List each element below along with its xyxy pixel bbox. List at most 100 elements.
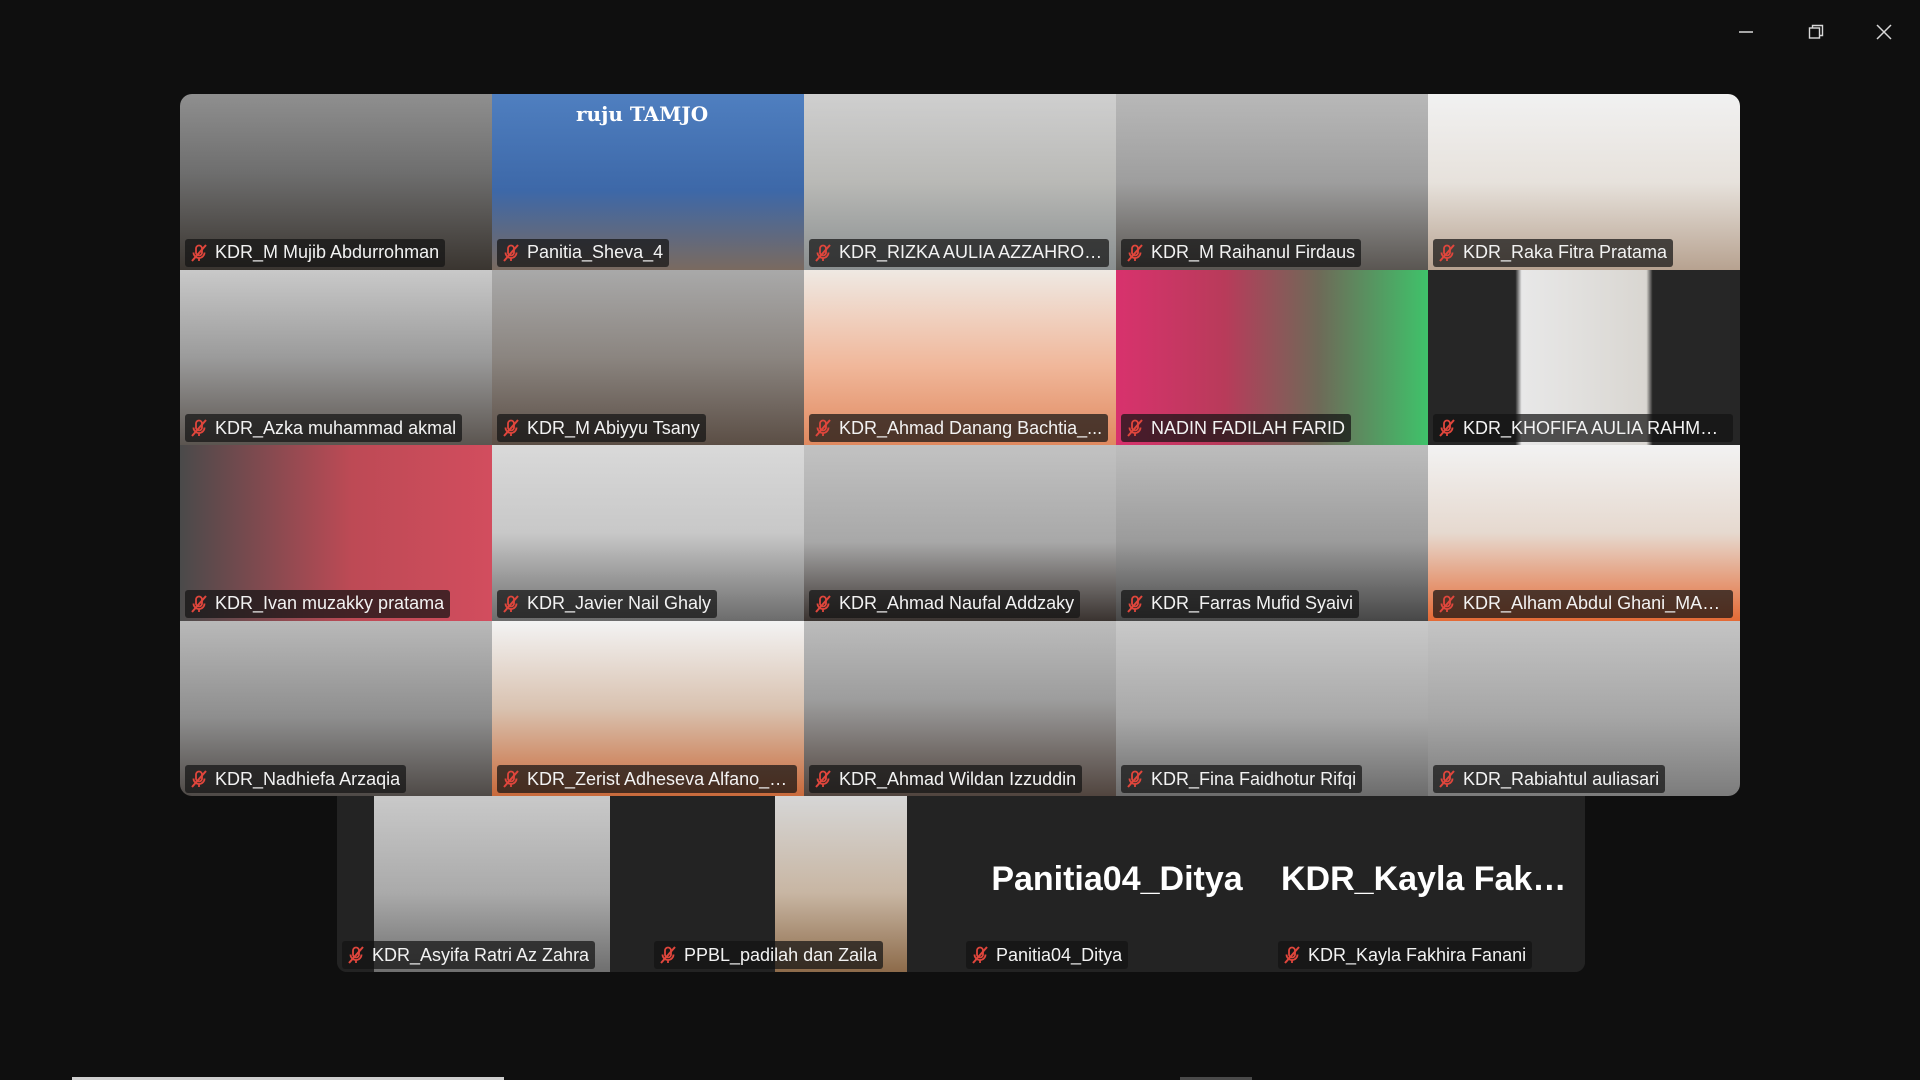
mic-muted-icon (503, 594, 519, 613)
participant-name: KDR_Zerist Adheseva Alfano_M... (527, 768, 791, 789)
participant-tile[interactable]: KDR_Ivan muzakky pratama (180, 445, 492, 621)
participant-tile[interactable]: KDR_Nadhiefa Arzaqia (180, 620, 492, 796)
participant-tile[interactable]: KDR_RIZKA AULIA AZZAHROH,... (804, 94, 1116, 270)
mic-muted-icon (191, 419, 207, 437)
participant-name: KDR_M Mujib Abdurrohman (215, 242, 440, 262)
mic-muted-icon (815, 419, 831, 437)
participant-name-label: KDR_Ivan muzakky pratama (185, 589, 451, 618)
participant-name: Panitia04_Ditya (996, 944, 1123, 965)
participant-name-label: KDR_Ahmad Naufal Addzaky (809, 589, 1081, 618)
mic-muted-icon (503, 419, 519, 437)
participant-name: KDR_Javier Nail Ghaly (527, 593, 712, 613)
participant-name: Panitia_Sheva_4 (527, 242, 664, 262)
participant-name-label: KDR_Farras Mufid Syaivi (1121, 589, 1360, 618)
participant-display-name: Panitia04_Ditya (991, 860, 1243, 898)
participant-name-label: KDR_Ahmad Danang Bachtia_... (809, 414, 1109, 442)
participant-name: KDR_Ahmad Wildan Izzuddin (839, 768, 1077, 789)
gallery-grid: KDR_M Mujib Abdurrohman ruju TAMJO Panitia… (180, 94, 1740, 796)
participant-tile[interactable]: ruju TAMJO Panitia_Sheva_4 (492, 94, 804, 270)
participant-name-label: KDR_M Raihanul Firdaus (1121, 238, 1362, 267)
participant-name: KDR_Azka muhammad akmal (215, 417, 457, 438)
participant-tile[interactable]: KDR_Farras Mufid Syaivi (1116, 445, 1428, 621)
mic-muted-icon (815, 770, 831, 788)
participant-tile[interactable]: KDR_Asyifa Ratri Az Zahra (337, 796, 649, 972)
participant-name-label: KDR_M Mujib Abdurrohman (185, 238, 446, 267)
participant-name-label: KDR_Kayla Fakhira Fanani (1278, 941, 1533, 969)
participant-tile[interactable]: KDR_Zerist Adheseva Alfano_M... (492, 620, 804, 796)
participant-tile[interactable]: KDR_M Mujib Abdurrohman (180, 94, 492, 270)
mic-muted-icon (1127, 594, 1143, 613)
participant-name-label: KDR_Fina Faidhotur Rifqi (1121, 765, 1363, 793)
mic-muted-icon (1439, 243, 1455, 262)
participant-tile[interactable]: KDR_Azka muhammad akmal (180, 269, 492, 445)
mic-muted-icon (1127, 770, 1143, 788)
participant-name: KDR_Farras Mufid Syaivi (1151, 593, 1354, 613)
minimize-button[interactable] (1728, 14, 1764, 50)
mic-muted-icon (348, 946, 364, 964)
participant-name-label: KDR_Azka muhammad akmal (185, 414, 463, 442)
mic-muted-icon (1439, 419, 1455, 437)
participant-name-label: KDR_Javier Nail Ghaly (497, 589, 718, 618)
background-banner-text: ruju TAMJO (576, 102, 709, 126)
participant-name-label: PPBL_padilah dan Zaila (654, 941, 884, 969)
participant-name: KDR_M Raihanul Firdaus (1151, 242, 1356, 262)
participant-name: KDR_KHOFIFA AULIA RAHMAW... (1463, 417, 1727, 438)
participant-name-label: Panitia_Sheva_4 (497, 238, 670, 267)
participant-tile[interactable]: NADIN FADILAH FARID (1116, 269, 1428, 445)
participant-name: KDR_M Abiyyu Tsany (527, 417, 700, 438)
participant-tile[interactable]: KDR_Alham Abdul Ghani_MAN ... (1428, 445, 1740, 621)
mic-muted-icon (191, 770, 207, 788)
participant-name-label: KDR_Raka Fitra Pratama (1433, 238, 1674, 267)
close-button[interactable] (1866, 14, 1902, 50)
restore-icon (1808, 24, 1824, 39)
mic-muted-icon (1284, 946, 1300, 964)
participant-tile[interactable]: KDR_KHOFIFA AULIA RAHMAW... (1428, 269, 1740, 445)
participant-name-label: KDR_Nadhiefa Arzaqia (185, 765, 407, 793)
participant-tile[interactable]: Panitia04_Ditya Panitia04_Ditya (961, 796, 1273, 972)
participant-tile[interactable]: PPBL_padilah dan Zaila (649, 796, 961, 972)
participant-tile[interactable]: KDR_Raka Fitra Pratama (1428, 94, 1740, 270)
participant-name: KDR_Rabiahtul auliasari (1463, 768, 1660, 789)
participant-tile[interactable]: KDR_Ahmad Naufal Addzaky (804, 445, 1116, 621)
participant-name: KDR_Asyifa Ratri Az Zahra (372, 944, 590, 965)
participant-tile[interactable]: KDR_Ahmad Danang Bachtia_... (804, 269, 1116, 445)
mic-muted-icon (1127, 419, 1143, 437)
participant-name-label: KDR_RIZKA AULIA AZZAHROH,... (809, 238, 1109, 267)
participant-name-label: KDR_Alham Abdul Ghani_MAN ... (1433, 589, 1733, 618)
participant-tile[interactable]: KDR_M Abiyyu Tsany (492, 269, 804, 445)
participant-name-label: KDR_KHOFIFA AULIA RAHMAW... (1433, 414, 1733, 442)
mic-muted-icon (660, 946, 676, 964)
participant-name: KDR_RIZKA AULIA AZZAHROH,... (839, 242, 1103, 262)
gallery-grid-last-row: KDR_Asyifa Ratri Az Zahra PPBL_padilah da… (337, 796, 1585, 972)
mic-muted-icon (972, 946, 988, 964)
participant-name-label: KDR_Zerist Adheseva Alfano_M... (497, 765, 797, 793)
participant-name-label: Panitia04_Ditya (966, 941, 1129, 969)
participant-display-name: KDR_Kayla Fakh... (1281, 860, 1582, 898)
participant-tile[interactable]: KDR_Rabiahtul auliasari (1428, 620, 1740, 796)
restore-button[interactable] (1798, 14, 1834, 50)
mic-muted-icon (1127, 243, 1143, 262)
participant-tile[interactable]: KDR_Javier Nail Ghaly (492, 445, 804, 621)
participant-name-label: KDR_M Abiyyu Tsany (497, 414, 706, 442)
participant-name: KDR_Ivan muzakky pratama (215, 593, 445, 613)
participant-tile[interactable]: KDR_M Raihanul Firdaus (1116, 94, 1428, 270)
participant-tile[interactable]: KDR_Fina Faidhotur Rifqi (1116, 620, 1428, 796)
participant-name-label: KDR_Asyifa Ratri Az Zahra (342, 941, 596, 969)
close-icon (1876, 24, 1892, 40)
mic-muted-icon (191, 594, 207, 613)
participant-tile[interactable]: KDR_Ahmad Wildan Izzuddin (804, 620, 1116, 796)
mic-muted-icon (191, 243, 207, 262)
mic-muted-icon (815, 594, 831, 613)
participant-name: NADIN FADILAH FARID (1151, 417, 1346, 438)
participant-name-label: KDR_Ahmad Wildan Izzuddin (809, 765, 1083, 793)
mic-muted-icon (503, 243, 519, 262)
participant-name: KDR_Ahmad Naufal Addzaky (839, 593, 1075, 613)
participant-name: KDR_Raka Fitra Pratama (1463, 242, 1668, 262)
mic-muted-icon (815, 243, 831, 262)
participant-name-label: KDR_Rabiahtul auliasari (1433, 765, 1666, 793)
participant-tile[interactable]: KDR_Kayla Fakh... KDR_Kayla Fakhira Fanan… (1273, 796, 1585, 972)
participant-name: PPBL_padilah dan Zaila (684, 944, 878, 965)
participant-name: KDR_Alham Abdul Ghani_MAN ... (1463, 593, 1727, 613)
mic-muted-icon (503, 770, 519, 788)
participant-name: KDR_Kayla Fakhira Fanani (1308, 944, 1527, 965)
